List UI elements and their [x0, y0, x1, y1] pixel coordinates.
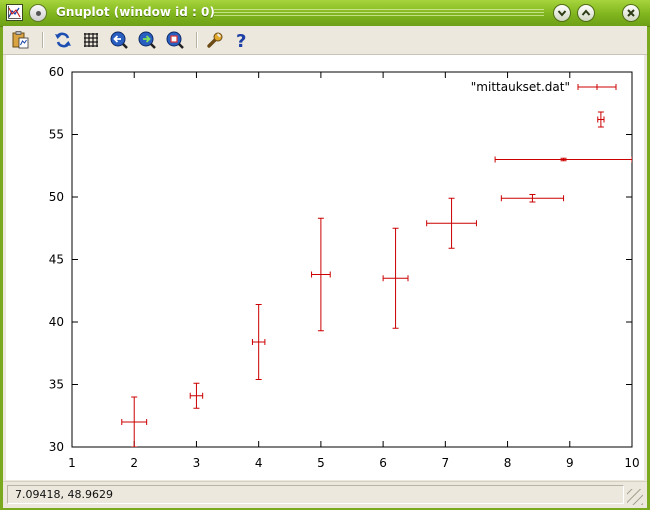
x-tick-label: 8 [504, 456, 512, 470]
y-tick-label: 45 [49, 253, 64, 267]
data-point-errorbar [121, 396, 148, 447]
data-point-errorbar [500, 194, 565, 203]
data-point-errorbar [251, 304, 266, 380]
chevron-up-icon [581, 9, 591, 16]
maximize-button[interactable] [577, 4, 595, 22]
data-point-errorbar [494, 156, 632, 163]
resize-grip[interactable] [627, 489, 643, 505]
gnuplot-window: Gnuplot (window id : 0) ? 1 2 3 4 5 6 7 … [0, 0, 650, 510]
data-point-errorbar [382, 227, 409, 329]
x-tick-label: 5 [317, 456, 325, 470]
toggle-grid-button[interactable] [81, 30, 101, 50]
x-tick-label: 9 [566, 456, 574, 470]
plot-canvas[interactable]: 1 2 3 4 5 6 7 8 9 10 30 35 40 45 50 55 60 "mittaukset.dat… [6, 55, 644, 480]
close-icon [627, 9, 635, 17]
gnuplot-app-icon[interactable] [6, 4, 23, 21]
x-tick-label: 4 [255, 456, 263, 470]
refresh-icon [55, 32, 71, 48]
y-tick-label: 50 [49, 190, 64, 204]
data-point-errorbar [311, 217, 331, 332]
y-tick-label: 35 [49, 378, 64, 392]
wrench-icon [207, 32, 223, 48]
configure-button[interactable] [205, 30, 225, 50]
cursor-coordinates: 7.09418, 48.9629 [7, 485, 624, 504]
toolbar: ? [3, 26, 647, 55]
clipboard-icon [12, 31, 29, 49]
x-tick-label: 6 [379, 456, 387, 470]
x-tick-label: 7 [442, 456, 450, 470]
x-tick-label: 10 [624, 456, 639, 470]
autoscale-button[interactable] [165, 30, 185, 50]
toolbar-separator [42, 32, 44, 48]
help-icon: ? [236, 31, 246, 50]
errorbar-chart: 1 2 3 4 5 6 7 8 9 1030354045505560"mittaukset.dat… [49, 65, 640, 470]
zoom-next-icon [138, 31, 156, 49]
y-tick-label: 55 [49, 128, 64, 142]
status-bar: 7.09418, 48.9629 [3, 481, 647, 508]
x-tick-label: 1 [68, 456, 76, 470]
help-button[interactable]: ? [232, 30, 252, 50]
plot-border [71, 71, 633, 448]
title-bar[interactable]: Gnuplot (window id : 0) [0, 0, 650, 27]
legend-label: "mittaukset.dat" [471, 80, 570, 94]
series-group [121, 111, 632, 447]
close-button[interactable] [622, 4, 640, 22]
title-bar-grip [214, 9, 544, 17]
zoom-previous-icon [110, 31, 128, 49]
toolbar-separator [196, 32, 198, 48]
svg-text:?: ? [236, 31, 246, 50]
x-tick-label: 3 [193, 456, 201, 470]
data-point-errorbar [189, 382, 204, 409]
chevron-down-icon [557, 10, 567, 17]
data-point-errorbar [426, 197, 477, 249]
minimize-button[interactable] [553, 4, 571, 22]
legend-sample [577, 84, 617, 90]
window-title: Gnuplot (window id : 0) [56, 5, 215, 19]
grid-icon [84, 33, 98, 47]
y-tick-label: 30 [49, 440, 64, 454]
window-menu-button[interactable] [29, 4, 47, 22]
menu-dot-icon [35, 10, 41, 16]
copy-to-clipboard-button[interactable] [11, 30, 31, 50]
y-tick-label: 60 [49, 65, 64, 79]
previous-zoom-button[interactable] [109, 30, 129, 50]
next-zoom-button[interactable] [137, 30, 157, 50]
y-tick-label: 40 [49, 315, 64, 329]
x-tick-label: 2 [130, 456, 138, 470]
zoom-fit-icon [166, 31, 184, 49]
data-point-errorbar [597, 111, 605, 128]
replot-button[interactable] [53, 30, 73, 50]
